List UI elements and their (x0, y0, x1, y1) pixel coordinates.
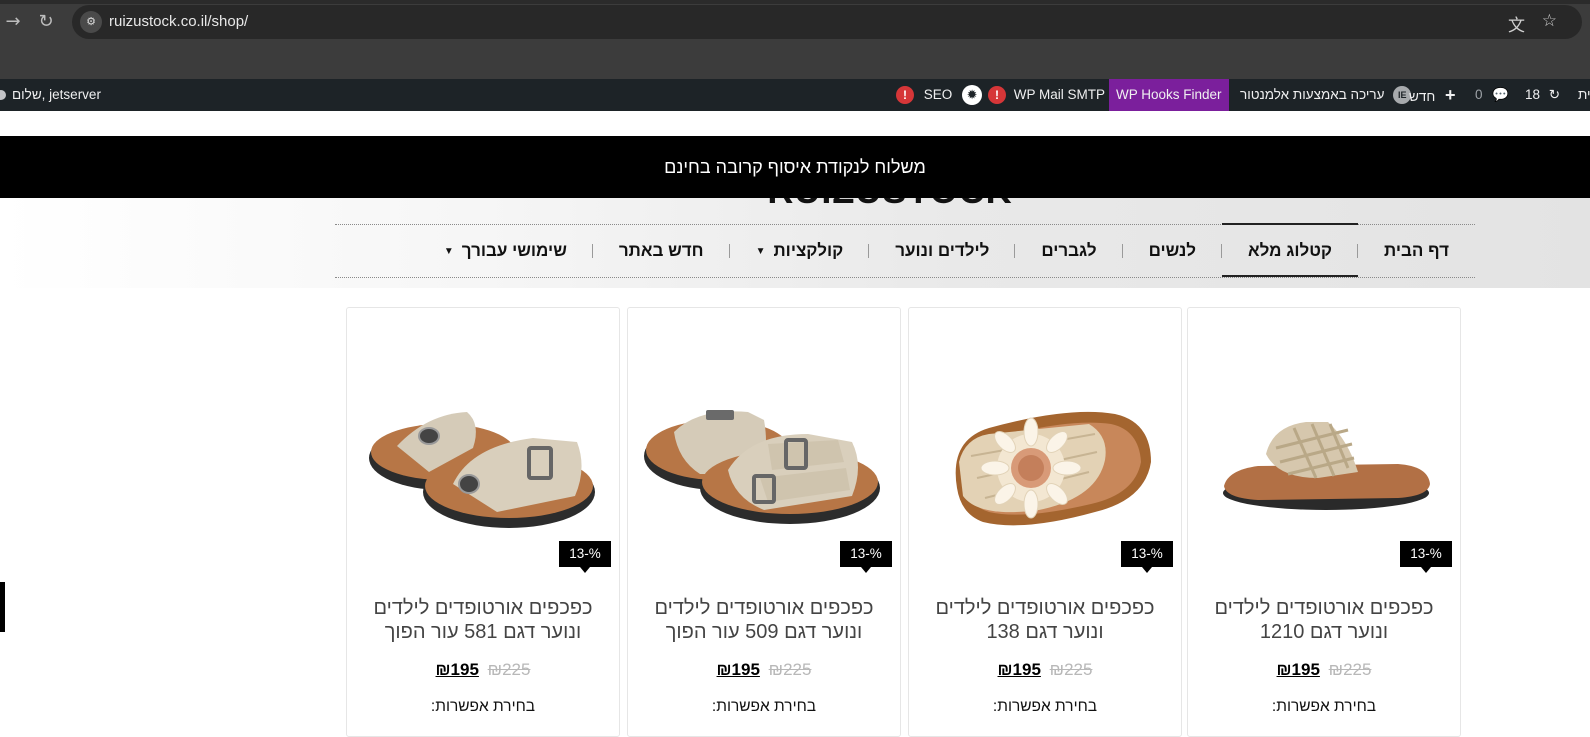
nav-item[interactable]: לילדים ונוער (869, 225, 1016, 277)
bookmark-star-icon[interactable]: ☆ (1542, 11, 1557, 31)
url-text[interactable]: ruizustock.co.il/shop/ (109, 13, 248, 30)
select-options-label[interactable]: בחירת אפשרות: (1188, 698, 1460, 716)
sale-price: ₪195 (716, 660, 760, 679)
nav-item-label: לגברים (1041, 241, 1097, 260)
admin-user-menu[interactable]: שלום, jetserver (0, 79, 101, 111)
discount-badge: 13-% (1400, 541, 1452, 573)
comment-icon: 💬 (1492, 87, 1510, 102)
site-info-icon[interactable]: ⚙ (80, 11, 102, 33)
nav-item-label: קטלוג מלא (1248, 241, 1333, 260)
admin-edit-elementor[interactable]: IE עריכה באמצעות אלמנטור (1240, 79, 1412, 111)
nav-item-label: חדש באתר (618, 241, 704, 260)
product-title[interactable]: כפכפים אורטופדים לילדים ונוער דגם 138 (921, 596, 1169, 644)
product-image[interactable] (638, 328, 890, 558)
nav-item[interactable]: קטלוג מלא (1222, 223, 1359, 277)
user-greeting: שלום, jetserver (12, 87, 101, 102)
smtp-label: WP Mail SMTP (1013, 87, 1106, 102)
elementor-label: עריכה באמצעות אלמנטור (1240, 87, 1385, 102)
product-card[interactable]: 13-% כפכפים אורטופדים לילדים ונוער דגם 1… (1187, 307, 1461, 737)
product-price: ₪195 ₪225 (1188, 660, 1460, 680)
nav-item[interactable]: חדש באתר (593, 225, 730, 277)
admin-hooks-finder[interactable]: WP Hooks Finder (1109, 79, 1229, 111)
tab-strip-edge (0, 0, 1590, 4)
site-name-partial: ית (1578, 87, 1590, 102)
admin-site-name[interactable]: ית (1578, 79, 1590, 111)
product-card[interactable]: 13-% כפכפים אורטופדים לילדים ונוער דגם 5… (627, 307, 901, 737)
regular-price: ₪225 (1049, 660, 1093, 679)
seo-gear-icon: ✹ (962, 85, 983, 106)
updates-count: 18 (1525, 87, 1541, 102)
admin-comments[interactable]: 0 💬 (1475, 79, 1509, 111)
product-image[interactable] (919, 328, 1171, 558)
nav-item-label: לילדים ונוער (895, 241, 990, 260)
product-title[interactable]: כפכפים אורטופדים לילדים ונוער דגם 581 עו… (359, 596, 607, 644)
side-drawer-tab[interactable] (0, 582, 5, 632)
reload-icon[interactable]: ↻ (33, 9, 59, 35)
nav-item[interactable]: לגברים (1015, 225, 1123, 277)
announcement-bar: משלוח לנקודת איסוף קרובה בחינם (0, 136, 1590, 198)
product-title[interactable]: כפכפים אורטופדים לילדים ונוער דגם 1210 (1200, 596, 1448, 644)
plus-icon: + (1445, 85, 1456, 105)
admin-new-content[interactable]: חדש + (1409, 79, 1456, 111)
seo-label: SEO (923, 87, 953, 102)
nav-item-label: דף הבית (1384, 241, 1449, 260)
sale-price: ₪195 (435, 660, 479, 679)
product-price: ₪195 ₪225 (347, 660, 619, 680)
regular-price: ₪225 (487, 660, 531, 679)
main-navigation: דף הבית קטלוג מלא לנשים לגברים לילדים ונוער ק… (335, 223, 1475, 278)
discount-badge: 13-% (1121, 541, 1173, 573)
product-image[interactable] (357, 328, 609, 558)
select-options-label[interactable]: בחירת אפשרות: (347, 698, 619, 716)
sale-price: ₪195 (997, 660, 1041, 679)
caret-down-icon: ▼ (755, 245, 766, 257)
product-title[interactable]: כפכפים אורטופדים לילדים ונוער דגם 509 עו… (640, 596, 888, 644)
nav-item-label: שימושי עבורך (461, 241, 567, 260)
regular-price: ₪225 (1328, 660, 1372, 679)
product-price: ₪195 ₪225 (628, 660, 900, 680)
product-card[interactable]: 13-% כפכפים אורטופדים לילדים ונוער דגם 5… (346, 307, 620, 737)
admin-updates[interactable]: 18 ↻ (1525, 79, 1560, 111)
admin-seo-menu[interactable]: ! SEO ✹ (896, 79, 983, 111)
nav-item[interactable]: קולקציות ▼ (730, 225, 870, 277)
seo-alert-icon: ! (896, 86, 914, 105)
comments-count: 0 (1475, 87, 1483, 102)
nav-item[interactable]: שימושי עבורך ▼ (418, 225, 593, 277)
updates-icon: ↻ (1548, 87, 1561, 102)
user-icon (0, 90, 6, 101)
product-image[interactable] (1198, 328, 1450, 558)
browser-toolbar: → ↻ ⚙ ruizustock.co.il/shop/ 文 ☆ (0, 0, 1590, 79)
admin-wp-mail-smtp[interactable]: ! WP Mail SMTP (988, 79, 1105, 111)
sale-price: ₪195 (1276, 660, 1320, 679)
discount-badge: 13-% (840, 541, 892, 573)
nav-item[interactable]: לנשים (1123, 225, 1223, 277)
select-options-label[interactable]: בחירת אפשרות: (909, 698, 1181, 716)
caret-down-icon: ▼ (443, 245, 454, 257)
forward-icon[interactable]: → (0, 9, 26, 35)
header-top-strip (0, 111, 1590, 137)
product-price: ₪195 ₪225 (909, 660, 1181, 680)
translate-icon[interactable]: 文 (1508, 11, 1525, 36)
smtp-alert-icon: ! (988, 86, 1006, 105)
discount-badge: 13-% (559, 541, 611, 573)
hooks-finder-label: WP Hooks Finder (1116, 87, 1222, 102)
nav-item-label: קולקציות (773, 241, 844, 260)
regular-price: ₪225 (768, 660, 812, 679)
address-bar[interactable]: ⚙ ruizustock.co.il/shop/ 文 ☆ (72, 5, 1582, 39)
new-label: חדש (1409, 89, 1436, 104)
select-options-label[interactable]: בחירת אפשרות: (628, 698, 900, 716)
nav-item-label: לנשים (1148, 241, 1197, 260)
nav-item[interactable]: דף הבית (1358, 225, 1475, 277)
wp-admin-bar: שלום, jetserver ! SEO ✹ ! WP Mail SMTP W… (0, 79, 1590, 111)
main-menu: דף הבית קטלוג מלא לנשים לגברים לילדים ונוער ק… (335, 223, 1475, 277)
product-card[interactable]: 13-% כפכפים אורטופדים לילדים ונוער דגם 1… (908, 307, 1182, 737)
